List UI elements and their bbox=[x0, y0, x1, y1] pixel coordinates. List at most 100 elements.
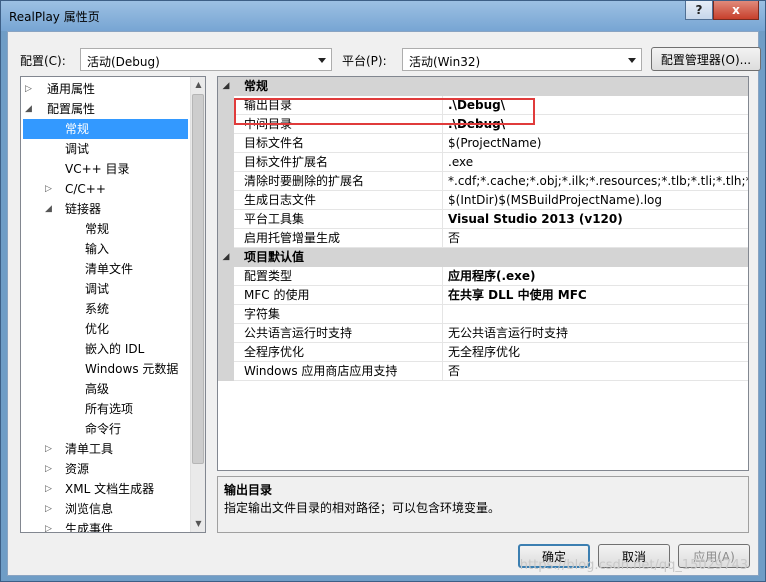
expand-arrow-icon[interactable]: ▷ bbox=[45, 459, 55, 479]
tree-item[interactable]: 命令行 bbox=[85, 419, 121, 439]
grid-section-header[interactable]: ◢ 常规 bbox=[218, 77, 748, 96]
property-row[interactable]: 公共语言运行时支持 无公共语言运行时支持 bbox=[234, 324, 748, 343]
property-value[interactable]: 在共享 DLL 中使用 MFC bbox=[444, 286, 748, 305]
config-label: 配置(C): bbox=[20, 54, 66, 68]
grid-section-header[interactable]: ◢ 项目默认值 bbox=[218, 248, 748, 267]
collapse-arrow-icon[interactable]: ◢ bbox=[45, 199, 55, 219]
property-row[interactable]: Windows 应用商店应用支持否 bbox=[234, 362, 748, 381]
property-row[interactable]: MFC 的使用 在共享 DLL 中使用 MFC bbox=[234, 286, 748, 305]
tree-item[interactable]: 链接器 bbox=[65, 199, 101, 219]
expand-arrow-icon[interactable]: ▷ bbox=[45, 499, 55, 519]
property-value[interactable]: 否 bbox=[444, 229, 748, 248]
property-row[interactable]: 字符集 bbox=[234, 305, 748, 324]
property-value[interactable]: $(ProjectName) bbox=[444, 134, 748, 153]
property-value[interactable]: 否 bbox=[444, 362, 748, 381]
property-row[interactable]: 全程序优化 无全程序优化 bbox=[234, 343, 748, 362]
property-name: 配置类型 bbox=[234, 267, 443, 286]
collapse-arrow-icon[interactable]: ◢ bbox=[25, 99, 35, 119]
tree-item[interactable]: 通用属性 bbox=[47, 79, 95, 99]
property-row[interactable]: 生成日志文件 $(IntDir)$(MSBuildProjectName).log bbox=[234, 191, 748, 210]
property-name: 全程序优化 bbox=[234, 343, 443, 362]
title-bar[interactable]: RealPlay 属性页 ? x bbox=[1, 1, 765, 31]
property-value[interactable]: *.cdf;*.cache;*.obj;*.ilk;*.resources;*.… bbox=[444, 172, 748, 191]
expand-arrow-icon[interactable]: ▷ bbox=[25, 79, 35, 99]
category-tree[interactable]: ▲ ▼ ▷ 通用属性 ◢ 配置属性 常规 调试 VC++ 目录 ▷ C/C++ ◢ 链接器 常规 输入清… bbox=[20, 76, 206, 533]
section-title: 常规 bbox=[244, 79, 269, 93]
property-name: 生成日志文件 bbox=[234, 191, 443, 210]
config-combo-value: 活动(Debug) bbox=[87, 55, 160, 69]
config-row: 配置(C): 活动(Debug) 平台(P): 活动(Win32) 配置管理器(… bbox=[20, 47, 761, 72]
tree-item[interactable]: 资源 bbox=[65, 459, 89, 479]
tree-item[interactable]: 常规 bbox=[23, 119, 188, 139]
tree-item[interactable]: C/C++ bbox=[65, 179, 106, 199]
tree-item[interactable]: 所有选项 bbox=[85, 399, 133, 419]
property-row[interactable]: 目标文件扩展名 .exe bbox=[234, 153, 748, 172]
property-row[interactable]: 平台工具集 Visual Studio 2013 (v120) bbox=[234, 210, 748, 229]
platform-combo[interactable]: 活动(Win32) bbox=[402, 48, 642, 71]
tree-item[interactable]: 系统 bbox=[85, 299, 109, 319]
grid-gutter bbox=[218, 267, 234, 381]
tree-item[interactable]: Windows 元数据 bbox=[85, 359, 178, 379]
help-button[interactable]: ? bbox=[685, 1, 713, 20]
property-name: 启用托管增量生成 bbox=[234, 229, 443, 248]
property-name: 清除时要删除的扩展名 bbox=[234, 172, 443, 191]
tree-item[interactable]: 配置属性 bbox=[47, 99, 95, 119]
property-value[interactable] bbox=[444, 305, 748, 324]
property-value[interactable]: $(IntDir)$(MSBuildProjectName).log bbox=[444, 191, 748, 210]
property-name: 目标文件扩展名 bbox=[234, 153, 443, 172]
scroll-thumb[interactable] bbox=[192, 94, 204, 464]
expand-arrow-icon[interactable]: ▷ bbox=[45, 479, 55, 499]
collapse-arrow-icon[interactable]: ◢ bbox=[218, 248, 234, 267]
dialog-window: RealPlay 属性页 ? x 配置(C): 活动(Debug) 平台(P):… bbox=[0, 0, 766, 582]
tree-item[interactable]: 清单工具 bbox=[65, 439, 113, 459]
property-grid[interactable]: ◢ 常规 输出目录 .\Debug\ 中间目录 .\Debug\ 目标文件名 $(Projec… bbox=[217, 76, 749, 471]
config-combo[interactable]: 活动(Debug) bbox=[80, 48, 332, 71]
chevron-down-icon bbox=[318, 58, 326, 63]
section-title: 项目默认值 bbox=[244, 250, 305, 264]
property-value[interactable]: Visual Studio 2013 (v120) bbox=[444, 210, 748, 229]
scroll-down-icon[interactable]: ▼ bbox=[191, 516, 205, 532]
collapse-arrow-icon[interactable]: ◢ bbox=[218, 77, 234, 96]
property-row[interactable]: 配置类型 应用程序(.exe) bbox=[234, 267, 748, 286]
tree-item[interactable]: 常规 bbox=[85, 219, 109, 239]
property-name: 公共语言运行时支持 bbox=[234, 324, 443, 343]
platform-combo-value: 活动(Win32) bbox=[409, 55, 481, 69]
property-name: Windows 应用商店应用支持 bbox=[234, 362, 443, 381]
expand-arrow-icon[interactable]: ▷ bbox=[45, 519, 55, 532]
property-row[interactable]: 启用托管增量生成否 bbox=[234, 229, 748, 248]
expand-arrow-icon[interactable]: ▷ bbox=[45, 179, 55, 199]
tree-item[interactable]: VC++ 目录 bbox=[65, 159, 130, 179]
tree-item[interactable]: 调试 bbox=[65, 139, 89, 159]
config-manager-button[interactable]: 配置管理器(O)... bbox=[651, 47, 761, 71]
watermark-text: https://blog.csdn.net/qq_15029743 bbox=[519, 558, 748, 573]
property-value[interactable]: 无全程序优化 bbox=[444, 343, 748, 362]
tree-item[interactable]: 浏览信息 bbox=[65, 499, 113, 519]
property-name: 字符集 bbox=[234, 305, 443, 324]
tree-scrollbar[interactable]: ▲ ▼ bbox=[190, 77, 205, 532]
property-value[interactable]: 应用程序(.exe) bbox=[444, 267, 748, 286]
tree-item[interactable]: 清单文件 bbox=[85, 259, 133, 279]
tree-item[interactable]: 输入 bbox=[85, 239, 109, 259]
tree-item[interactable]: 高级 bbox=[85, 379, 109, 399]
window-title: RealPlay 属性页 bbox=[9, 10, 100, 24]
property-name: 目标文件名 bbox=[234, 134, 443, 153]
description-text: 指定输出文件目录的相对路径；可以包含环境变量。 bbox=[224, 501, 501, 515]
property-name: MFC 的使用 bbox=[234, 286, 443, 305]
expand-arrow-icon[interactable]: ▷ bbox=[45, 439, 55, 459]
tree-item[interactable]: 调试 bbox=[85, 279, 109, 299]
property-row[interactable]: 清除时要删除的扩展名 *.cdf;*.cache;*.obj;*.ilk;*.re… bbox=[234, 172, 748, 191]
description-panel: 输出目录 指定输出文件目录的相对路径；可以包含环境变量。 bbox=[217, 476, 749, 533]
tree-item[interactable]: 生成事件 bbox=[65, 519, 113, 532]
tree-item[interactable]: 嵌入的 IDL bbox=[85, 339, 144, 359]
property-value[interactable]: 无公共语言运行时支持 bbox=[444, 324, 748, 343]
highlight-box bbox=[234, 98, 535, 125]
property-value[interactable]: .exe bbox=[444, 153, 748, 172]
property-name: 平台工具集 bbox=[234, 210, 443, 229]
tree-item[interactable]: 优化 bbox=[85, 319, 109, 339]
chevron-down-icon bbox=[628, 58, 636, 63]
platform-label: 平台(P): bbox=[342, 54, 387, 68]
tree-item[interactable]: XML 文档生成器 bbox=[65, 479, 154, 499]
close-button[interactable]: x bbox=[713, 1, 759, 20]
property-row[interactable]: 目标文件名 $(ProjectName) bbox=[234, 134, 748, 153]
scroll-up-icon[interactable]: ▲ bbox=[191, 77, 205, 93]
